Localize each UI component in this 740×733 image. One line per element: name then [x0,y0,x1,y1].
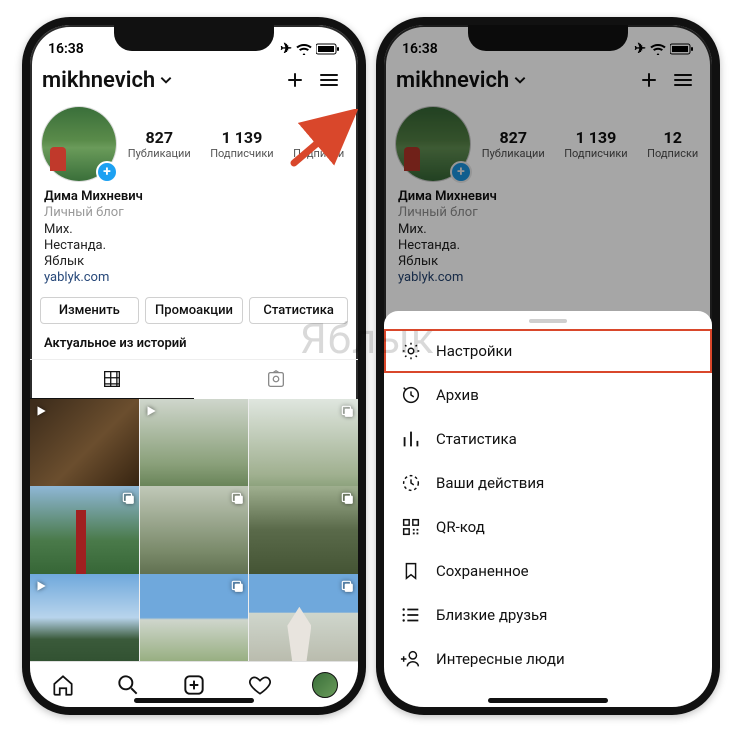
menu-label: Ваши действия [436,474,544,492]
carousel-icon [230,578,244,592]
status-time: 16:38 [48,41,84,57]
create-post-button[interactable] [278,63,312,97]
bar-chart-icon [400,428,422,450]
menu-label: Сохраненное [436,562,529,580]
stat-posts-num: 827 [128,128,191,147]
menu-label: Статистика [436,430,517,448]
edit-profile-button[interactable]: Изменить [40,297,139,324]
archive-icon [400,384,422,406]
stat-following-label: Подписки [293,147,344,160]
menu-label: Интересные люди [436,650,565,668]
nav-search[interactable] [115,672,141,698]
post-thumbnail[interactable] [30,574,139,661]
sheet-handle[interactable] [529,319,567,323]
plus-square-icon [181,672,207,698]
home-indicator [488,698,608,703]
device-notch [114,25,274,51]
menu-item-qr[interactable]: QR-код [384,505,712,549]
heart-icon [247,672,273,698]
menu-label: QR-код [436,518,485,536]
carousel-icon [121,490,135,504]
screen-right: 16:38 ✈ mikhnevich [384,25,712,707]
video-icon [34,578,48,592]
video-icon [144,403,158,417]
bio-line2: Нестанда. [44,238,344,254]
wifi-icon [296,43,312,55]
carousel-icon [340,490,354,504]
nav-create[interactable] [181,672,207,698]
carousel-icon [340,403,354,417]
airplane-icon: ✈ [280,41,292,57]
menu-item-saved[interactable]: Сохраненное [384,549,712,593]
stat-followers-num: 1 139 [210,128,273,147]
menu-label: Настройки [436,342,512,360]
username-dropdown[interactable]: mikhnevich [42,68,278,93]
profile-action-buttons: Изменить Промоакции Статистика [30,295,358,334]
menu-item-settings[interactable]: Настройки [384,329,712,373]
insights-button[interactable]: Статистика [249,297,348,324]
profile-stats-row: + 827 Публикации 1 139 Подписчики 12 Под… [30,101,358,187]
nav-activity[interactable] [247,672,273,698]
qr-icon [400,516,422,538]
carousel-icon [230,490,244,504]
video-icon [34,403,48,417]
profile-bio: Дима Михневич Личный блог Мих. Нестанда.… [30,187,358,295]
home-indicator [134,698,254,703]
chevron-down-icon [159,73,173,87]
profile-header: mikhnevich [30,59,358,101]
tab-tagged[interactable] [194,360,358,399]
phone-right: 16:38 ✈ mikhnevich [376,17,720,715]
bio-name: Дима Михневич [44,189,344,205]
nav-home[interactable] [50,672,76,698]
menu-item-discover[interactable]: Интересные люди [384,637,712,681]
profile-avatar[interactable]: + [42,107,116,181]
stat-following-num: 12 [293,128,344,147]
list-icon [400,604,422,626]
menu-item-activity[interactable]: Ваши действия [384,461,712,505]
tagged-icon [265,368,287,390]
post-thumbnail[interactable] [249,574,358,661]
gear-icon [400,340,422,362]
highlights-title: Актуальное из историй [30,334,358,359]
plus-box-icon [283,68,307,92]
stat-posts-label: Публикации [128,147,191,160]
hamburger-icon [317,68,341,92]
phone-left: 16:38 ✈ mikhnevich [22,17,366,715]
menu-label: Близкие друзья [436,606,547,624]
battery-icon [316,43,340,55]
hamburger-menu-button[interactable] [312,63,346,97]
search-icon [115,672,141,698]
stat-posts[interactable]: 827 Публикации [128,128,191,160]
bio-category: Личный блог [44,205,344,221]
hamburger-menu-sheet: Настройки Архив Статистика Ваши действия… [384,311,712,707]
menu-item-close-friends[interactable]: Близкие друзья [384,593,712,637]
bio-line1: Мих. [44,222,344,238]
bookmark-icon [400,560,422,582]
menu-item-archive[interactable]: Архив [384,373,712,417]
posts-grid [30,399,358,662]
grid-icon [101,368,123,390]
bio-link[interactable]: yablyk.com [44,270,344,286]
promotions-button[interactable]: Промоакции [145,297,244,324]
post-thumbnail[interactable] [140,574,249,661]
username-text: mikhnevich [42,68,155,93]
tab-grid[interactable] [30,360,194,399]
menu-item-insights[interactable]: Статистика [384,417,712,461]
stat-following[interactable]: 12 Подписки [293,128,344,160]
status-icons: ✈ [280,41,340,57]
screen-left: 16:38 ✈ mikhnevich [30,25,358,707]
menu-label: Архив [436,386,479,404]
bio-line3: Яблык [44,254,344,270]
nav-profile[interactable] [312,672,338,698]
stat-followers[interactable]: 1 139 Подписчики [210,128,273,160]
add-story-badge[interactable]: + [96,161,118,183]
stat-followers-label: Подписчики [210,147,273,160]
carousel-icon [340,578,354,592]
home-icon [50,672,76,698]
add-person-icon [400,648,422,670]
activity-icon [400,472,422,494]
profile-content-tabs [30,359,358,399]
